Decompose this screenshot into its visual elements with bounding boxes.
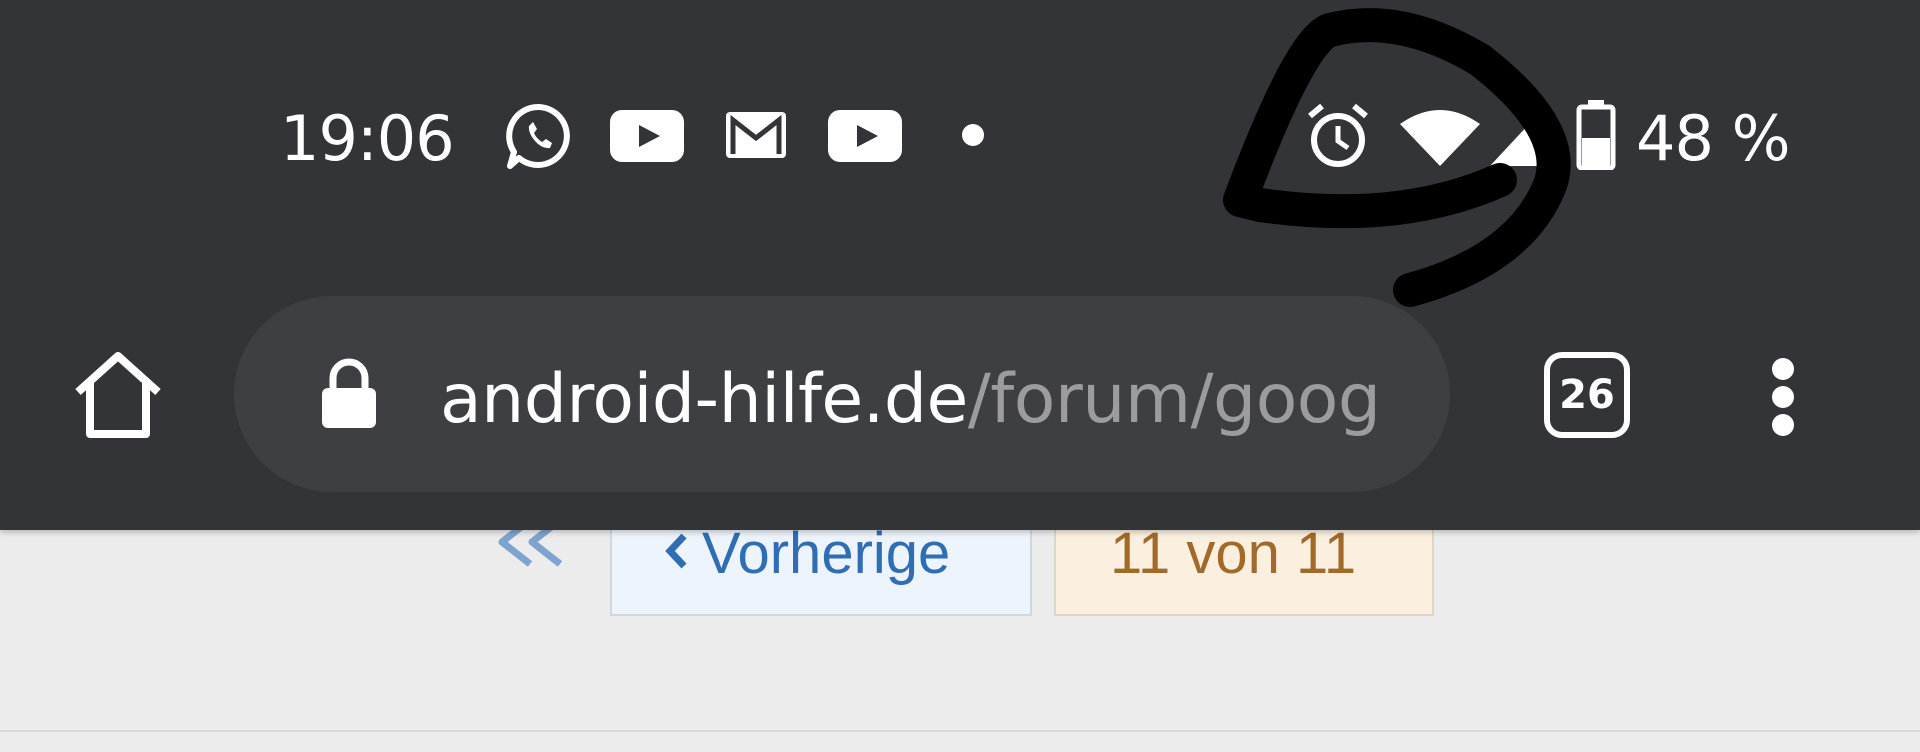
more-vert-icon[interactable] bbox=[1756, 354, 1808, 438]
tab-switcher-button[interactable]: 26 bbox=[1544, 352, 1630, 438]
gmail-icon bbox=[726, 112, 786, 158]
whatsapp-icon bbox=[506, 103, 570, 169]
status-time: 19:06 bbox=[280, 102, 455, 175]
more-notifications-dot bbox=[962, 124, 984, 146]
url-path: /forum/goog bbox=[967, 360, 1381, 439]
battery-icon bbox=[1576, 100, 1616, 170]
signal-icon bbox=[1490, 108, 1544, 166]
chevron-left-icon bbox=[665, 533, 687, 569]
url-domain: android-hilfe.de bbox=[440, 360, 968, 439]
home-icon[interactable] bbox=[70, 348, 166, 444]
menu-dot bbox=[1772, 358, 1794, 380]
url-text[interactable]: android-hilfe.de/forum/goog bbox=[440, 356, 1405, 446]
battery-percentage: 48 % bbox=[1636, 102, 1791, 175]
alarm-icon bbox=[1308, 103, 1368, 167]
menu-dot bbox=[1772, 386, 1794, 408]
browser-chrome: 19:06 48 % android-hilfe.de/forum/goog 2… bbox=[0, 0, 1920, 530]
youtube-icon bbox=[828, 110, 902, 162]
menu-dot bbox=[1772, 414, 1794, 436]
lock-icon[interactable] bbox=[318, 356, 380, 430]
wifi-icon bbox=[1400, 110, 1480, 166]
youtube-icon bbox=[610, 110, 684, 162]
divider bbox=[0, 730, 1920, 732]
